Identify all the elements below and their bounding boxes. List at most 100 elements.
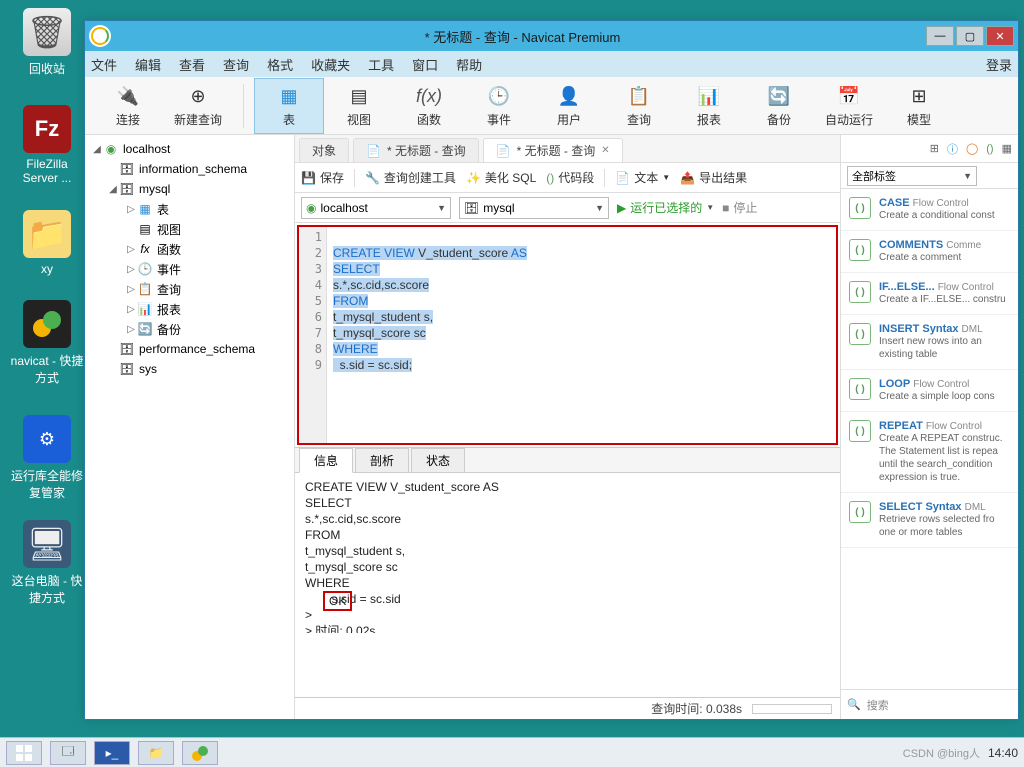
snippet-item[interactable]: ( )LOOP Flow ControlCreate a simple loop… — [841, 370, 1018, 412]
window-title: * 无标题 - 查询 - Navicat Premium — [119, 27, 926, 46]
mysql-conn-icon: ◉ — [103, 142, 119, 156]
menu-favorites[interactable]: 收藏夹 — [311, 55, 350, 74]
menu-tools[interactable]: 工具 — [368, 55, 394, 74]
sql-editor[interactable]: 123456789 CREATE VIEW V_student_score AS… — [299, 227, 836, 443]
mysql-conn-icon: ◉ — [306, 201, 316, 215]
taskbar-powershell[interactable]: ▸_ — [94, 741, 130, 765]
panel-activity-icon[interactable]: ◯ — [966, 142, 978, 155]
tool-user[interactable]: 👤用户 — [534, 78, 604, 134]
close-tab-icon[interactable]: ✕ — [601, 145, 609, 156]
desktop-this-pc[interactable]: 🖥这台电脑 - 快捷方式 — [10, 520, 84, 606]
tree-queries[interactable]: ▷📋查询 — [85, 279, 294, 299]
message-pane[interactable]: CREATE VIEW V_student_score AS SELECT s.… — [295, 473, 840, 633]
brackets-icon: ( ) — [849, 378, 871, 400]
taskbar[interactable]: 🗔 ▸_ 📁 CSDN @bing人 14:40 — [0, 737, 1024, 767]
tree-connection-localhost[interactable]: ◢◉localhost — [85, 139, 294, 159]
tree-views[interactable]: ▤视图 — [85, 219, 294, 239]
menu-file[interactable]: 文件 — [91, 55, 117, 74]
snippet-item[interactable]: ( )COMMENTS CommeCreate a comment — [841, 231, 1018, 273]
beautify-sql-button[interactable]: ✨美化 SQL — [466, 169, 536, 186]
search-icon: 🔍 — [847, 698, 861, 711]
taskbar-clock[interactable]: 14:40 — [988, 746, 1018, 760]
taskbar-server-manager[interactable]: 🗔 — [50, 741, 86, 765]
result-tab-status[interactable]: 状态 — [411, 448, 465, 473]
tree-db-mysql[interactable]: ◢🗄mysql — [85, 179, 294, 199]
save-button[interactable]: 💾保存 — [301, 169, 344, 186]
tool-connect[interactable]: 🔌连接 — [93, 78, 163, 134]
query-builder-button[interactable]: 🔧查询创建工具 — [365, 169, 456, 186]
new-query-icon: ⊕ — [185, 83, 211, 109]
backup-icon: 🔄 — [137, 322, 153, 336]
database-dropdown[interactable]: 🗄mysql▼ — [459, 197, 609, 219]
tab-query-2[interactable]: 📄* 无标题 - 查询✕ — [483, 138, 623, 162]
result-tab-analyze[interactable]: 剖析 — [355, 448, 409, 473]
tree-events[interactable]: ▷🕒事件 — [85, 259, 294, 279]
desktop-folder-xy[interactable]: 📁xy — [10, 210, 84, 276]
connection-tree[interactable]: ◢◉localhost 🗄information_schema ◢🗄mysql … — [85, 135, 295, 719]
titlebar[interactable]: * 无标题 - 查询 - Navicat Premium — ▢ ✕ — [85, 21, 1018, 51]
result-tab-info[interactable]: 信息 — [299, 448, 353, 473]
panel-obj-icon[interactable]: ⊞ — [930, 142, 939, 155]
stop-button[interactable]: ■停止 — [722, 199, 757, 216]
tool-query[interactable]: 📋查询 — [604, 78, 674, 134]
tool-view[interactable]: ▤视图 — [324, 78, 394, 134]
snippet-item[interactable]: ( )SELECT Syntax DMLRetrieve rows select… — [841, 493, 1018, 548]
tree-reports[interactable]: ▷📊报表 — [85, 299, 294, 319]
tool-function[interactable]: f(x)函数 — [394, 78, 464, 134]
taskbar-explorer[interactable]: 📁 — [138, 741, 174, 765]
tree-db-performance-schema[interactable]: 🗄performance_schema — [85, 339, 294, 359]
tool-event[interactable]: 🕒事件 — [464, 78, 534, 134]
tool-table[interactable]: ▦表 — [254, 78, 324, 134]
editor-area: 对象 📄* 无标题 - 查询 📄* 无标题 - 查询✕ 💾保存 🔧查询创建工具 … — [295, 135, 840, 719]
tree-functions[interactable]: ▷fx函数 — [85, 239, 294, 259]
menu-help[interactable]: 帮助 — [456, 55, 482, 74]
line-gutter: 123456789 — [299, 227, 327, 443]
tab-objects[interactable]: 对象 — [299, 138, 349, 162]
text-button[interactable]: 📄文本▼ — [615, 169, 670, 186]
desktop-navicat-shortcut[interactable]: navicat - 快捷方式 — [10, 300, 84, 386]
desktop-filezilla[interactable]: FzFileZilla Server ... — [10, 105, 84, 185]
navicat-window: * 无标题 - 查询 - Navicat Premium — ▢ ✕ 文件 编辑… — [84, 20, 1019, 720]
snippet-item[interactable]: ( )IF...ELSE... Flow ControlCreate a IF.… — [841, 273, 1018, 315]
run-selected-button[interactable]: ▶运行已选择的▼ — [617, 199, 714, 216]
tree-backups[interactable]: ▷🔄备份 — [85, 319, 294, 339]
tool-autorun[interactable]: 📅自动运行 — [814, 78, 884, 134]
start-button[interactable] — [6, 741, 42, 765]
table-icon: ▦ — [137, 202, 153, 216]
tag-filter-dropdown[interactable]: 全部标签▼ — [847, 166, 977, 186]
snippet-item[interactable]: ( )REPEAT Flow ControlCreate A REPEAT co… — [841, 412, 1018, 493]
minimize-button[interactable]: — — [926, 26, 954, 46]
tree-db-information-schema[interactable]: 🗄information_schema — [85, 159, 294, 179]
desktop-recycle-bin[interactable]: 🗑回收站 — [10, 8, 84, 77]
code-snippet-button[interactable]: ()代码段 — [546, 169, 594, 186]
ok-result: OK — [323, 591, 352, 611]
tool-report[interactable]: 📊报表 — [674, 78, 744, 134]
close-button[interactable]: ✕ — [986, 26, 1014, 46]
menu-login[interactable]: 登录 — [986, 55, 1012, 74]
query-toolbar: 💾保存 🔧查询创建工具 ✨美化 SQL ()代码段 📄文本▼ 📤导出结果 — [295, 163, 840, 193]
panel-info-icon[interactable]: ⓘ — [947, 141, 958, 157]
snippet-item[interactable]: ( )CASE Flow ControlCreate a conditional… — [841, 189, 1018, 231]
tool-model[interactable]: ⊞模型 — [884, 78, 954, 134]
export-results-button[interactable]: 📤导出结果 — [680, 169, 747, 186]
connection-selector-row: ◉localhost▼ 🗄mysql▼ ▶运行已选择的▼ ■停止 — [295, 193, 840, 223]
menu-format[interactable]: 格式 — [267, 55, 293, 74]
menu-edit[interactable]: 编辑 — [135, 55, 161, 74]
panel-list-icon[interactable]: ▦ — [1002, 142, 1012, 155]
tool-backup[interactable]: 🔄备份 — [744, 78, 814, 134]
panel-snippet-icon[interactable]: () — [986, 143, 993, 155]
progress-bar — [752, 704, 832, 714]
maximize-button[interactable]: ▢ — [956, 26, 984, 46]
tab-query-1[interactable]: 📄* 无标题 - 查询 — [353, 138, 479, 162]
taskbar-navicat[interactable] — [182, 741, 218, 765]
menu-window[interactable]: 窗口 — [412, 55, 438, 74]
connection-dropdown[interactable]: ◉localhost▼ — [301, 197, 451, 219]
tool-new-query[interactable]: ⊕新建查询 — [163, 78, 233, 134]
snippet-item[interactable]: ( )INSERT Syntax DMLInsert new rows into… — [841, 315, 1018, 370]
menu-view[interactable]: 查看 — [179, 55, 205, 74]
tree-tables[interactable]: ▷▦表 — [85, 199, 294, 219]
desktop-runtime-fixer[interactable]: ⚙运行库全能修复管家 — [10, 415, 84, 501]
menu-query[interactable]: 查询 — [223, 55, 249, 74]
tree-db-sys[interactable]: 🗄sys — [85, 359, 294, 379]
snippet-search[interactable]: 🔍搜索 — [841, 689, 1018, 719]
